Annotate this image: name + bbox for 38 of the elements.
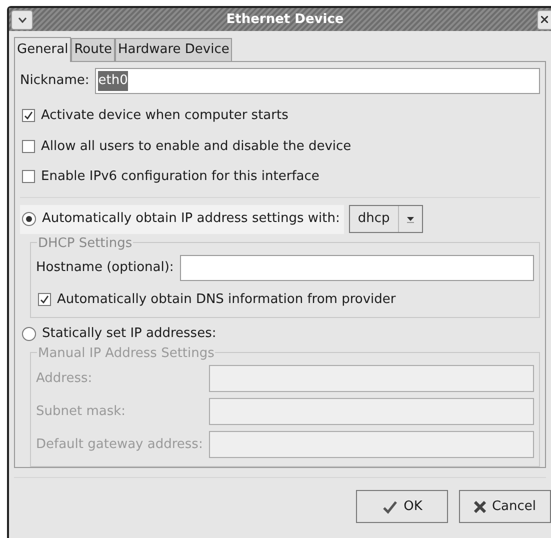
checkbox[interactable]	[22, 109, 35, 122]
tab[interactable]: Route	[71, 38, 115, 61]
checkbox[interactable]	[22, 140, 35, 153]
field-label: Address:	[36, 370, 94, 388]
field-label: Subnet mask:	[36, 402, 127, 421]
cancel-button[interactable]: Cancel	[459, 490, 551, 523]
radio-button[interactable]	[22, 327, 36, 341]
checkmark-icon	[382, 500, 398, 514]
chevron-down-icon	[18, 16, 26, 22]
hostname-field[interactable]	[180, 254, 534, 280]
close-icon	[541, 16, 548, 23]
radio-button[interactable]	[22, 212, 36, 226]
input-field[interactable]	[208, 365, 534, 392]
input-field[interactable]	[208, 398, 534, 425]
checkbox-label: Automatically obtain DNS information from provider	[57, 290, 396, 308]
checkbox-label: Allow all users to enable and disable the device	[41, 138, 352, 156]
caret-icon	[406, 216, 414, 222]
window-menu-button[interactable]	[11, 10, 33, 30]
radio-row[interactable]: Automatically obtain IP address settings with:	[20, 204, 344, 234]
window-title: Ethernet Device	[225, 10, 345, 29]
checkbox[interactable]	[38, 292, 51, 306]
field-label: Default gateway address:	[36, 436, 203, 454]
radio-label: Statically set IP addresses:	[42, 325, 216, 344]
nickname-field[interactable]: eth0	[95, 68, 540, 94]
radio-row[interactable]: Statically set IP addresses:	[20, 324, 220, 344]
checkbox[interactable]	[22, 170, 35, 184]
tab[interactable]: General	[14, 37, 72, 62]
protocol-dropdown[interactable]: dhcp	[348, 205, 423, 233]
field-label: Hostname (optional):	[36, 258, 174, 277]
ok-button[interactable]: OK	[356, 490, 448, 523]
tab[interactable]: Hardware Device	[114, 38, 232, 61]
cross-icon	[474, 500, 486, 512]
checkbox-label: Activate device when computer starts	[41, 107, 288, 125]
close-button[interactable]	[537, 10, 551, 30]
input-field[interactable]	[208, 431, 534, 458]
checkbox-label: Enable IPv6 configuration for this interface	[41, 168, 320, 186]
radio-label: Automatically obtain IP address settings with:	[42, 210, 340, 228]
field-label: Nickname:	[20, 72, 90, 90]
